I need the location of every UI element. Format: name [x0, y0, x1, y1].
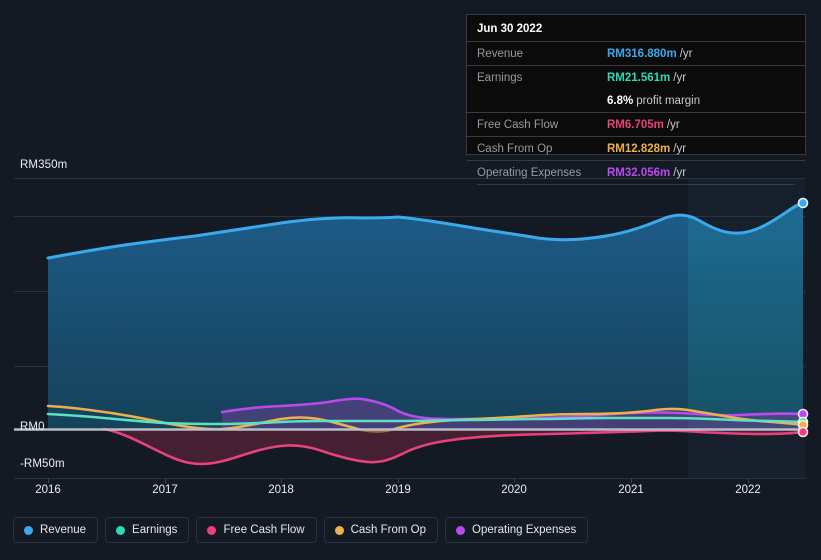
tooltip-unit-revenue: /yr — [679, 47, 693, 60]
y-axis-label-top: RM350m — [20, 159, 68, 171]
tooltip-key-cash-from-op: Cash From Op — [477, 142, 553, 155]
x-axis-label-2020: 2020 — [501, 484, 527, 496]
y-axis-label-zero: RM0 — [20, 421, 45, 433]
legend-item-cash-from-op[interactable]: Cash From Op — [323, 517, 439, 543]
tooltip-date: Jun 30 2022 — [477, 23, 543, 35]
tooltip-row-revenue: Revenue RM316.880m /yr — [467, 41, 805, 65]
tooltip-row-cash-from-op: Cash From Op RM12.828m /yr — [467, 136, 805, 160]
legend-item-free-cash-flow[interactable]: Free Cash Flow — [196, 517, 317, 543]
tooltip-key-revenue: Revenue — [477, 47, 524, 60]
x-axis-label-2021: 2021 — [618, 484, 644, 496]
operating-expenses-color-dot-icon — [456, 525, 466, 535]
tooltip-unit-profit-margin: profit margin — [636, 94, 701, 107]
tooltip-unit-earnings: /yr — [673, 71, 687, 84]
tooltip-key-free-cash-flow: Free Cash Flow — [477, 118, 559, 131]
legend-label-revenue: Revenue — [40, 524, 87, 536]
tooltip-bottom-divider — [477, 184, 795, 185]
x-axis-label-2022: 2022 — [735, 484, 761, 496]
tooltip-value-revenue: RM316.880m — [607, 47, 677, 60]
tooltip-value-earnings: RM21.561m — [607, 71, 671, 84]
tooltip-value-profit-margin: 6.8% — [607, 94, 634, 107]
y-axis-label-negative: -RM50m — [20, 458, 65, 470]
x-axis-label-2016: 2016 — [35, 484, 61, 496]
revenue-color-dot-icon — [24, 525, 33, 535]
legend-item-operating-expenses[interactable]: Operating Expenses — [445, 517, 589, 543]
free-cash-flow-color-dot-icon — [207, 525, 217, 535]
tooltip-row-operating-expenses: Operating Expenses RM32.056m /yr — [467, 160, 805, 184]
tooltip-row-free-cash-flow: Free Cash Flow RM6.705m /yr — [467, 112, 805, 136]
tooltip-value-operating-expenses: RM32.056m — [607, 166, 671, 179]
chart-legend: Revenue Earnings Free Cash Flow Cash Fro… — [13, 517, 589, 543]
x-axis-label-2018: 2018 — [268, 484, 294, 496]
chart-tooltip: Jun 30 2022 Revenue RM316.880m /yr Earni… — [466, 14, 806, 185]
tooltip-unit-free-cash-flow: /yr — [666, 118, 680, 131]
tooltip-value-cash-from-op: RM12.828m — [607, 142, 671, 155]
tooltip-value-free-cash-flow: RM6.705m — [607, 118, 664, 131]
tooltip-unit-operating-expenses: /yr — [673, 166, 687, 179]
series-revenue — [46, 201, 805, 429]
x-axis-label-2017: 2017 — [152, 484, 178, 496]
legend-item-earnings[interactable]: Earnings — [105, 517, 190, 543]
legend-label-earnings: Earnings — [132, 524, 178, 536]
cash-from-op-color-dot-icon — [334, 525, 344, 535]
tooltip-key-operating-expenses: Operating Expenses — [477, 166, 582, 179]
earnings-color-dot-icon — [116, 525, 126, 535]
legend-label-operating-expenses: Operating Expenses — [472, 524, 577, 536]
legend-label-free-cash-flow: Free Cash Flow — [223, 524, 305, 536]
financial-area-chart: RM350m RM0 -RM50m 2016 2017 2018 2019 20… — [0, 0, 821, 560]
tooltip-unit-cash-from-op: /yr — [673, 142, 687, 155]
x-axis-label-2019: 2019 — [385, 484, 411, 496]
legend-item-revenue[interactable]: Revenue — [13, 517, 99, 543]
tooltip-row-earnings: Earnings RM21.561m /yr — [467, 65, 805, 89]
tooltip-key-earnings: Earnings — [477, 71, 523, 84]
tooltip-row-profit-margin: 6.8% profit margin — [467, 89, 805, 112]
legend-label-cash-from-op: Cash From Op — [350, 524, 427, 536]
